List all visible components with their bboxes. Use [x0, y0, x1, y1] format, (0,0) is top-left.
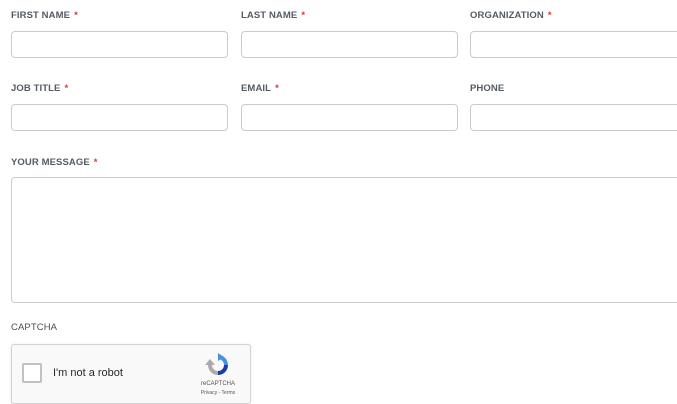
- first-name-label: FIRST NAME *: [11, 10, 78, 21]
- required-marker: *: [74, 10, 78, 21]
- last-name-label-text: LAST NAME: [241, 10, 298, 21]
- message-label-text: YOUR MESSAGE: [11, 157, 90, 168]
- phone-label: PHONE: [470, 83, 504, 94]
- job-title-input[interactable]: [11, 104, 228, 131]
- required-marker: *: [301, 10, 306, 21]
- captcha-label: CAPTCHA: [11, 322, 57, 333]
- organization-label: ORGANIZATION *: [470, 10, 552, 21]
- message-label: YOUR MESSAGE *: [11, 157, 98, 168]
- message-textarea[interactable]: [11, 177, 677, 303]
- phone-label-text: PHONE: [470, 83, 505, 94]
- first-name-label-text: FIRST NAME: [11, 10, 71, 21]
- organization-label-text: ORGANIZATION: [470, 10, 544, 21]
- recaptcha-widget: I'm not a robot reCAPTCHA Privacy - Term…: [11, 344, 251, 404]
- recaptcha-terms-link[interactable]: Privacy - Terms: [186, 390, 250, 396]
- captcha-label-text: CAPTCHA: [11, 322, 58, 333]
- captcha-checkbox[interactable]: [22, 363, 42, 383]
- required-marker: *: [64, 83, 69, 94]
- captcha-checkbox-label: I'm not a robot: [53, 367, 123, 379]
- job-title-label: JOB TITLE *: [11, 83, 68, 94]
- required-marker: *: [93, 157, 98, 168]
- job-title-label-text: JOB TITLE: [11, 83, 61, 94]
- phone-input[interactable]: [470, 104, 677, 131]
- email-input[interactable]: [241, 104, 458, 131]
- recaptcha-brand: reCAPTCHA: [200, 381, 235, 387]
- email-label: EMAIL *: [241, 83, 279, 94]
- recaptcha-logo-icon: [205, 353, 228, 375]
- organization-input[interactable]: [470, 31, 677, 58]
- required-marker: *: [275, 83, 279, 94]
- last-name-input[interactable]: [241, 31, 458, 58]
- last-name-label: LAST NAME *: [241, 10, 305, 21]
- email-label-text: EMAIL: [241, 83, 272, 94]
- first-name-input[interactable]: [11, 31, 228, 58]
- required-marker: *: [547, 10, 552, 21]
